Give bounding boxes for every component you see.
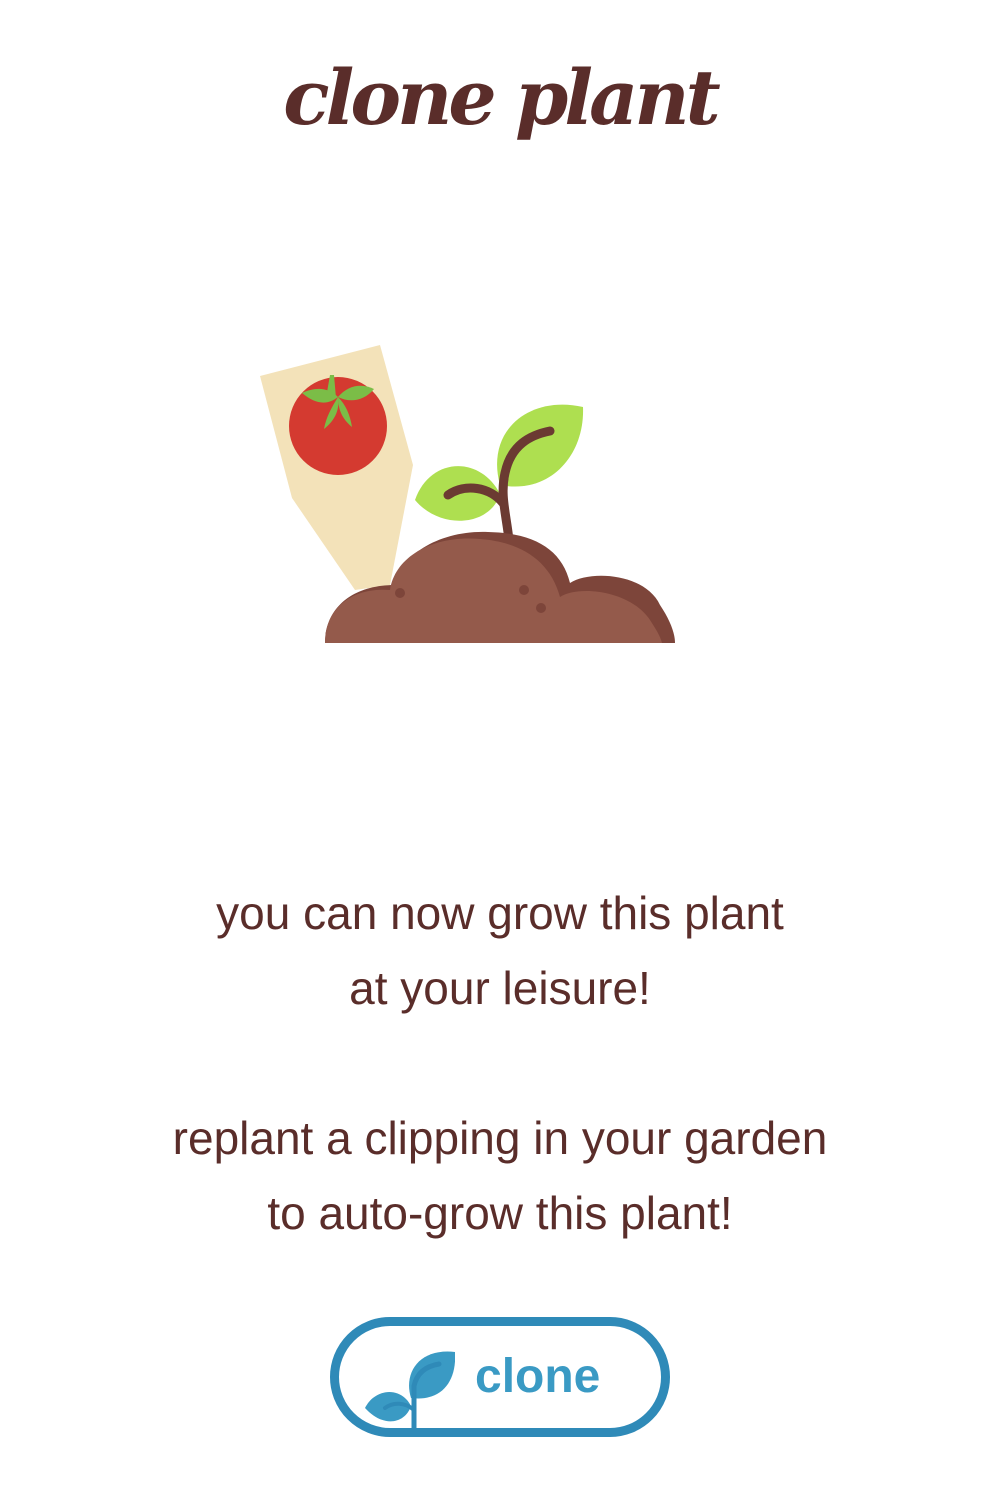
message-line: you can now grow this plant xyxy=(216,887,784,939)
message-line: to auto-grow this plant! xyxy=(267,1187,733,1239)
info-message: you can now grow this plant at your leis… xyxy=(0,876,1000,1026)
clone-button[interactable]: clone xyxy=(330,1317,670,1441)
instruction-message: replant a clipping in your garden to aut… xyxy=(0,1101,1000,1251)
page-title: clone plant xyxy=(283,53,721,142)
message-line: replant a clipping in your garden xyxy=(172,1112,828,1164)
sprout-leaf-right xyxy=(497,404,584,487)
tomato-seedling-icon xyxy=(250,335,690,655)
message-line: at your leisure! xyxy=(349,962,651,1014)
sprout-icon xyxy=(365,1346,456,1441)
clone-button-label: clone xyxy=(475,1350,601,1403)
tomato xyxy=(289,377,387,475)
